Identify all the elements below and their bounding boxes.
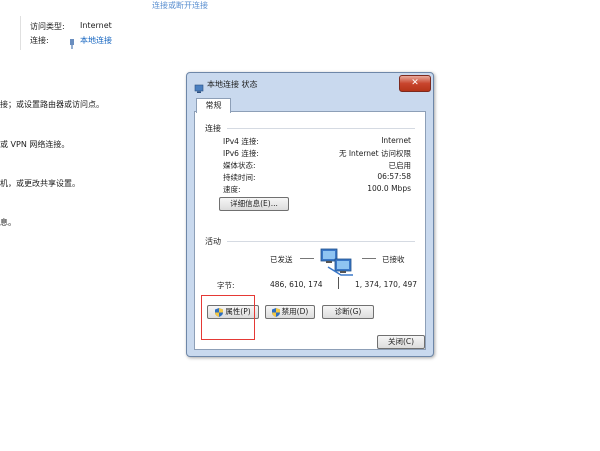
bg-line-4: 息。 — [0, 218, 16, 227]
ipv4-label: IPv4 连接: — [223, 137, 259, 146]
close-button[interactable]: 关闭(C) — [377, 335, 425, 349]
media-state-value: 已启用 — [388, 161, 412, 170]
group-divider — [227, 128, 415, 129]
bytes-separator — [338, 277, 339, 289]
network-icon — [194, 79, 204, 93]
bg-line-2: 或 VPN 网络连接。 — [0, 140, 70, 149]
speed-value: 100.0 Mbps — [367, 184, 411, 193]
sent-dash — [300, 258, 314, 259]
title-bar[interactable]: 本地连接 状态 ✕ — [187, 73, 433, 95]
details-button[interactable]: 详细信息(E)... — [219, 197, 289, 211]
speed-label: 速度: — [223, 185, 241, 194]
ethernet-icon — [68, 34, 76, 49]
local-connection-link[interactable]: 本地连接 — [80, 35, 112, 46]
diagnose-button[interactable]: 诊断(G) — [322, 305, 374, 319]
bg-line-1: 接；或设置路由器或访问点。 — [0, 100, 104, 109]
access-type-label: 访问类型: — [30, 22, 65, 31]
ipv6-label: IPv6 连接: — [223, 149, 259, 158]
sent-label: 已发送 — [270, 255, 293, 264]
disable-button[interactable]: 禁用(D) — [265, 305, 315, 319]
activity-group-label: 活动 — [205, 237, 221, 246]
received-dash — [362, 258, 376, 259]
connection-group-label: 连接 — [205, 124, 221, 133]
close-window-button[interactable]: ✕ — [399, 75, 431, 92]
dialog-title: 本地连接 状态 — [207, 80, 258, 89]
media-state-label: 媒体状态: — [223, 161, 256, 170]
ipv4-value: Internet — [381, 136, 411, 145]
access-type-value: Internet — [80, 21, 112, 30]
bytes-sent-value: 486, 610, 174 — [270, 280, 323, 289]
bytes-received-value: 1, 374, 170, 497 — [355, 280, 418, 289]
connect-disconnect-link[interactable]: 连接或断开连接 — [152, 0, 208, 11]
group-divider — [227, 241, 415, 242]
ipv6-value: 无 Internet 访问权限 — [338, 149, 411, 158]
highlight-box — [201, 295, 255, 340]
disable-button-label: 禁用(D) — [281, 307, 309, 316]
tab-general[interactable]: 常规 — [196, 98, 231, 113]
received-label: 已接收 — [382, 255, 405, 264]
uac-shield-icon — [271, 307, 280, 317]
divider — [20, 16, 21, 50]
duration-label: 持续时间: — [223, 173, 256, 182]
connection-label: 连接: — [30, 36, 49, 45]
network-activity-icon — [319, 247, 357, 279]
duration-value: 06:57:58 — [377, 172, 411, 181]
bg-line-3: 机，或更改共享设置。 — [0, 179, 80, 188]
bytes-label: 字节: — [217, 281, 235, 290]
